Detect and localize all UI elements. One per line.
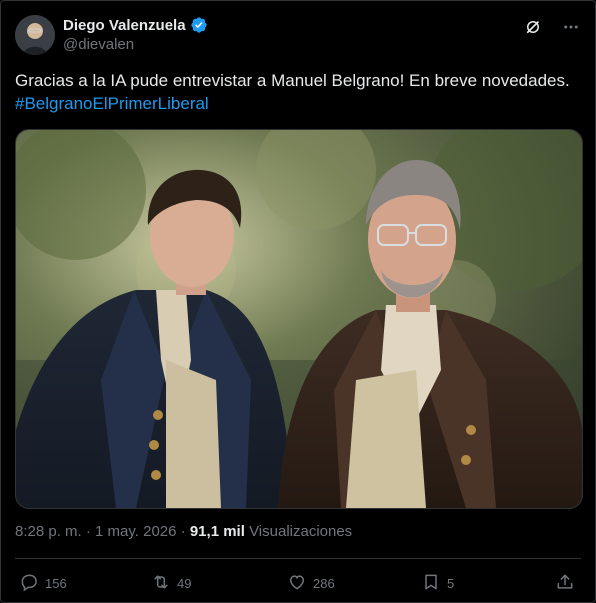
hashtag-link[interactable]: #BelgranoElPrimerLiberal <box>15 92 581 115</box>
grok-icon[interactable] <box>523 17 543 37</box>
action-bar: 156 49 286 5 <box>15 569 581 597</box>
like-count: 286 <box>313 575 335 591</box>
tweet-header: Diego Valenzuela @dievalen <box>15 13 581 57</box>
repost-count: 49 <box>177 575 192 591</box>
like-icon <box>287 572 307 595</box>
avatar[interactable] <box>15 15 55 55</box>
repost-icon <box>151 572 171 595</box>
reply-count: 156 <box>45 575 67 591</box>
like-button[interactable]: 286 <box>287 569 335 597</box>
repost-button[interactable]: 49 <box>151 569 191 597</box>
bookmark-button[interactable]: 5 <box>421 569 454 597</box>
meta-separator: · <box>85 523 91 540</box>
display-name[interactable]: Diego Valenzuela <box>63 17 186 34</box>
share-icon <box>555 572 575 595</box>
tweet-text: Gracias a la IA pude entrevistar a Manue… <box>15 69 581 115</box>
author-names: Diego Valenzuela @dievalen <box>63 15 208 53</box>
reply-icon <box>19 572 39 595</box>
views-label: Visualizaciones <box>249 523 353 540</box>
divider <box>15 558 581 559</box>
reply-button[interactable]: 156 <box>19 569 67 597</box>
tweet-meta: 8:28 p. m. · 1 may. 2026 · 91,1 mil Visu… <box>15 523 352 540</box>
more-icon[interactable] <box>561 17 581 37</box>
meta-separator-2: · <box>180 523 186 540</box>
tweet-photo[interactable] <box>15 129 583 509</box>
name-row: Diego Valenzuela <box>63 15 208 35</box>
bookmark-count: 5 <box>447 575 455 591</box>
share-button[interactable] <box>555 569 575 597</box>
tweet-body: Gracias a la IA pude entrevistar a Manue… <box>15 71 570 90</box>
tweet-card: Diego Valenzuela @dievalen Gracias a la … <box>0 0 596 603</box>
header-actions <box>523 17 581 37</box>
views-count: 91,1 mil <box>189 523 245 540</box>
verified-badge-icon[interactable] <box>190 16 208 34</box>
bookmark-icon <box>421 572 441 595</box>
handle[interactable]: @dievalen <box>63 36 208 53</box>
tweet-date[interactable]: 1 may. 2026 <box>95 523 176 540</box>
tweet-time[interactable]: 8:28 p. m. <box>15 523 82 540</box>
